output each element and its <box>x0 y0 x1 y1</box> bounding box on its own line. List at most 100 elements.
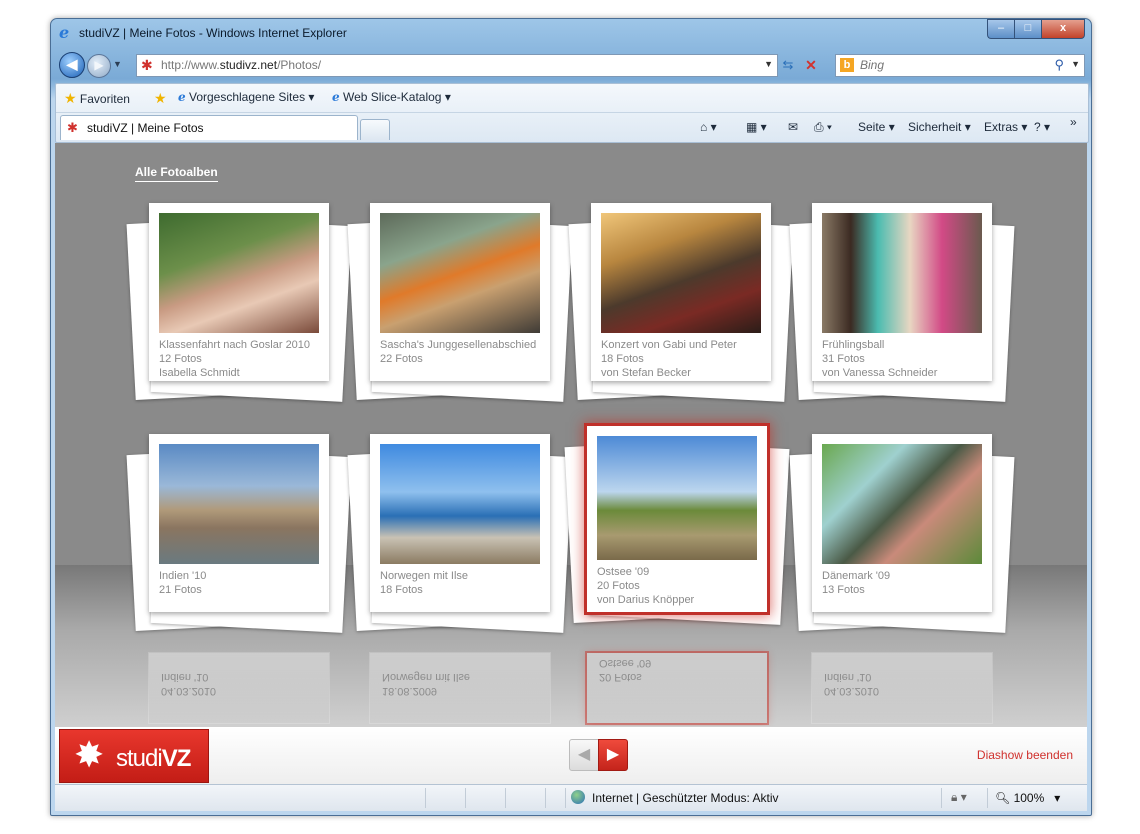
previous-button[interactable]: ◀ <box>569 739 599 771</box>
album-count: 20 Fotos <box>597 580 640 592</box>
album-title[interactable]: Sascha's Junggesellenabschied <box>380 338 550 352</box>
album-card-selected[interactable]: Ostsee '09 20 Fotos von Darius Knöpper <box>564 426 790 626</box>
tab-label: studiVZ | Meine Fotos <box>87 121 204 135</box>
slideshow-footer: ✸ studiVZ ◀ ▶ Diashow beenden <box>55 726 1087 784</box>
protected-mode-icon[interactable]: 🔒︎ ▾ <box>951 790 967 805</box>
album-reflection: 04.03.2010 Indien '10 <box>149 653 329 723</box>
globe-icon <box>571 790 585 804</box>
album-card[interactable]: Klassenfahrt nach Goslar 2010 12 Fotos I… <box>126 203 352 403</box>
status-text: Internet | Geschützter Modus: Aktiv <box>592 791 779 805</box>
extras-menu[interactable]: Extras ▾ <box>984 120 1027 134</box>
history-dropdown-icon[interactable]: ▼ <box>113 59 122 69</box>
album-reflection: 20 Fotos Ostsee '09 <box>587 653 767 723</box>
album-photo[interactable] <box>822 444 982 564</box>
album-title[interactable]: Indien '10 <box>159 569 329 583</box>
new-tab-button[interactable] <box>360 119 390 140</box>
album-owner: Isabella Schmidt <box>159 367 240 379</box>
more-commands-icon[interactable]: » <box>1070 115 1077 129</box>
suggested-sites-link[interactable]: e Vorgeschlagene Sites ▾ <box>178 90 314 104</box>
minimize-button[interactable]: – <box>987 19 1014 39</box>
album-card[interactable]: Sascha's Junggesellenabschied 22 Fotos <box>347 203 573 403</box>
forward-button[interactable]: ▶ <box>87 54 111 78</box>
status-bar: Internet | Geschützter Modus: Aktiv 🔒︎ ▾… <box>55 784 1087 811</box>
site-favicon-icon: ✱ <box>67 120 78 135</box>
album-count: 22 Fotos <box>380 353 423 365</box>
album-title[interactable]: Klassenfahrt nach Goslar 2010 <box>159 338 329 352</box>
navigation-bar: ◀ ▶ ▼ ✱ http://www.studivz.net/Photos/ ▼… <box>51 49 1091 79</box>
title-bar: e studiVZ | Meine Fotos - Windows Intern… <box>51 19 1091 47</box>
album-title[interactable]: Dänemark '09 <box>822 569 992 583</box>
address-dropdown-icon[interactable]: ▼ <box>764 59 773 69</box>
window-title: studiVZ | Meine Fotos - Windows Internet… <box>79 26 347 40</box>
search-input[interactable] <box>860 58 1030 72</box>
studivz-logo[interactable]: ✸ studiVZ <box>59 729 209 783</box>
album-photo[interactable] <box>380 444 540 564</box>
add-favorite-icon[interactable]: ★ <box>154 90 167 107</box>
album-photo[interactable] <box>159 213 319 333</box>
favorites-button[interactable]: ★ Favoriten <box>64 90 130 107</box>
album-title[interactable]: Ostsee '09 <box>597 565 767 579</box>
next-button[interactable]: ▶ <box>598 739 628 771</box>
browser-window: e studiVZ | Meine Fotos - Windows Intern… <box>50 18 1092 816</box>
album-count: 31 Fotos <box>822 353 865 365</box>
command-area: ★ Favoriten ★ e Vorgeschlagene Sites ▾ e… <box>55 83 1089 143</box>
print-icon[interactable]: ⎙ ▾ <box>814 120 832 135</box>
stop-icon[interactable]: ✕ <box>801 55 821 75</box>
bing-icon: b <box>840 58 854 72</box>
album-card[interactable]: Indien '10 21 Fotos <box>126 434 352 634</box>
maximize-button[interactable]: □ <box>1014 19 1041 39</box>
album-card[interactable]: Dänemark '09 13 Fotos <box>789 434 1015 634</box>
home-icon[interactable]: ⌂ ▾ <box>700 120 717 134</box>
tab-active[interactable]: ✱ studiVZ | Meine Fotos <box>60 115 358 140</box>
album-count: 18 Fotos <box>380 584 423 596</box>
close-button[interactable]: x <box>1041 19 1085 39</box>
star-icon: ★ <box>64 90 77 106</box>
back-button[interactable]: ◀ <box>59 52 85 78</box>
album-card[interactable]: Norwegen mit Ilse 18 Fotos <box>347 434 573 634</box>
window-controls: – □ x <box>987 19 1085 39</box>
album-card[interactable]: Konzert von Gabi und Peter 18 Fotos von … <box>568 203 794 403</box>
album-owner: von Vanessa Schneider <box>822 367 938 379</box>
web-slice-link[interactable]: e Web Slice-Katalog ▾ <box>332 90 451 104</box>
search-dropdown-icon[interactable]: ▼ <box>1071 59 1080 69</box>
album-count: 13 Fotos <box>822 584 865 596</box>
help-icon[interactable]: ? ▾ <box>1034 120 1050 134</box>
ie-logo-icon: e <box>59 23 70 42</box>
favorites-bar: ★ Favoriten ★ e Vorgeschlagene Sites ▾ e… <box>56 84 1088 113</box>
album-owner: von Darius Knöpper <box>597 594 695 606</box>
address-bar[interactable]: ✱ http://www.studivz.net/Photos/ ▼ <box>136 54 778 77</box>
search-icon[interactable]: ⚲ <box>1054 57 1064 73</box>
feeds-icon[interactable]: ▦ ▾ <box>746 120 767 134</box>
album-title[interactable]: Frühlingsball <box>822 338 992 352</box>
page-menu[interactable]: Seite ▾ <box>858 120 895 134</box>
studivz-star-icon: ✸ <box>74 734 105 775</box>
album-photo[interactable] <box>822 213 982 333</box>
album-card[interactable]: Frühlingsball 31 Fotos von Vanessa Schne… <box>789 203 1015 403</box>
tab-row: ✱ studiVZ | Meine Fotos ⌂ ▾ ▦ ▾ ✉ ⎙ ▾ Se… <box>56 113 1088 142</box>
album-photo[interactable] <box>597 436 757 560</box>
security-menu[interactable]: Sicherheit ▾ <box>908 120 971 134</box>
album-reflection: 18.08.2009 Norwegen mit Ilse <box>370 653 550 723</box>
album-count: 18 Fotos <box>601 353 644 365</box>
album-photo[interactable] <box>601 213 761 333</box>
url-text[interactable]: http://www.studivz.net/Photos/ <box>161 58 321 72</box>
end-slideshow-link[interactable]: Diashow beenden <box>977 748 1073 762</box>
ie-page-icon: e <box>332 90 340 104</box>
logo-text: studiVZ <box>116 745 191 772</box>
album-count: 12 Fotos <box>159 353 202 365</box>
zoom-control[interactable]: 🔍︎ 100% ▾ <box>995 791 1060 805</box>
search-box[interactable]: b ⚲ ▼ <box>835 54 1085 77</box>
album-photo[interactable] <box>159 444 319 564</box>
all-albums-link[interactable]: Alle Fotoalben <box>135 165 218 182</box>
album-title[interactable]: Konzert von Gabi und Peter <box>601 338 771 352</box>
photo-album-viewer: Alle Fotoalben Klassenfahrt nach Goslar … <box>55 143 1087 726</box>
site-favicon-icon: ✱ <box>141 57 153 73</box>
mail-icon[interactable]: ✉ <box>788 120 798 134</box>
refresh-icon[interactable]: ⇆ <box>778 55 798 75</box>
album-reflection: 04.03.2010 Indien '10 <box>812 653 992 723</box>
album-count: 21 Fotos <box>159 584 202 596</box>
ie-page-icon: e <box>178 90 186 104</box>
album-title[interactable]: Norwegen mit Ilse <box>380 569 550 583</box>
album-photo[interactable] <box>380 213 540 333</box>
album-owner: von Stefan Becker <box>601 367 691 379</box>
